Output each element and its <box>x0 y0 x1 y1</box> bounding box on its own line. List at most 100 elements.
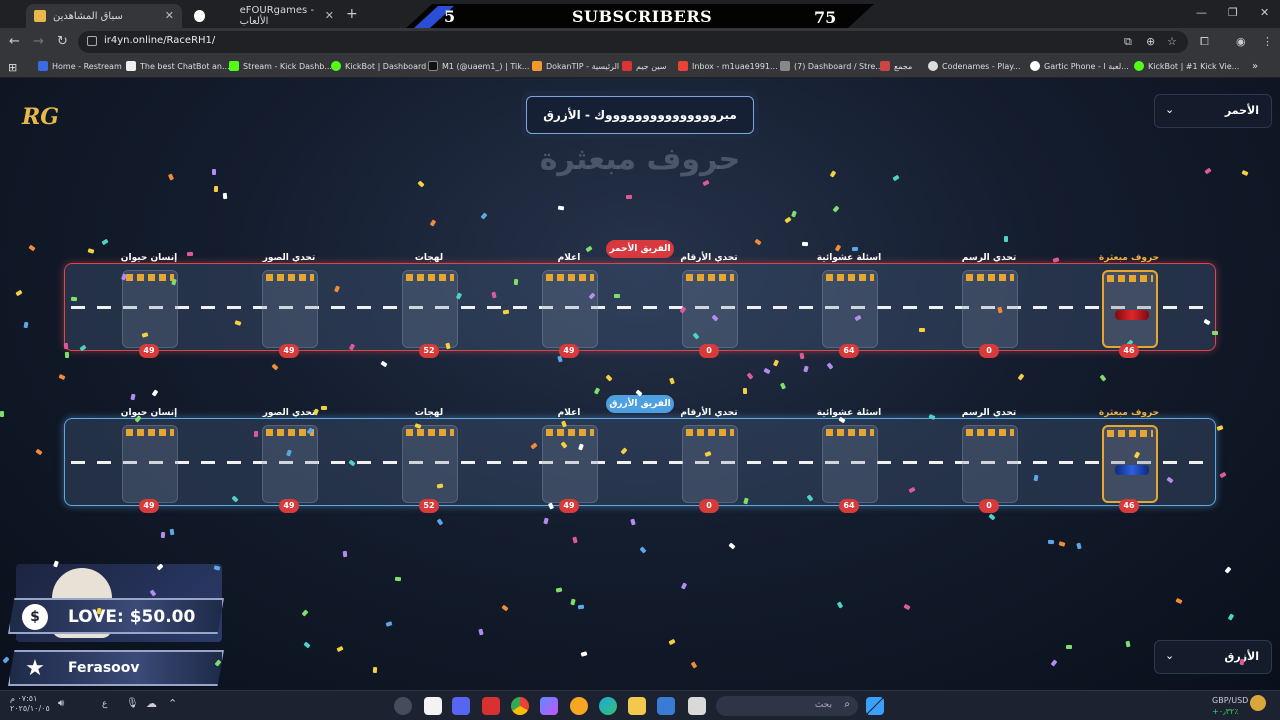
window-close-icon[interactable]: ✕ <box>1260 6 1269 19</box>
blue-race-car-icon <box>1115 465 1149 475</box>
confetti-piece <box>15 289 23 297</box>
bookmark-item[interactable]: The best ChatBot an... <box>126 61 230 71</box>
blue-team-track <box>64 418 1216 506</box>
bookmark-item[interactable]: Codenames - Play... <box>928 61 1020 71</box>
confetti-piece <box>253 430 259 438</box>
app-icon[interactable] <box>482 697 500 715</box>
search-icon: ⌕ <box>844 699 850 710</box>
confetti-piece <box>754 238 762 246</box>
station-count-badge: 49 <box>279 499 299 513</box>
confetti-piece <box>834 244 842 252</box>
station-count-badge: 49 <box>559 344 579 358</box>
apps-grid-icon[interactable]: ⊞ <box>8 61 17 74</box>
extensions-icon[interactable]: ⧠ <box>1200 35 1209 49</box>
close-icon[interactable]: ✕ <box>165 9 174 22</box>
address-bar[interactable]: ir4yn.online/RaceRH1/ <box>78 31 1188 53</box>
bookmark-item[interactable]: مجمع <box>880 61 912 71</box>
bookmark-item[interactable]: (7) Dashboard / Stre... <box>780 61 883 71</box>
team-select-bottom[interactable]: ⌄ الأزرق <box>1154 640 1272 674</box>
station-label: إنسان حيوان <box>120 253 178 263</box>
station-label: تحدي الصور <box>262 253 316 263</box>
taskbar-search[interactable]: بحث ⌕ <box>716 696 858 716</box>
confetti-piece <box>763 367 771 375</box>
chart-widget-icon[interactable] <box>1250 695 1266 711</box>
show-hidden-icons-icon[interactable]: ⌃ <box>168 697 177 710</box>
bookmark-item[interactable]: M1 (@uaem1_) | Tik... <box>428 61 529 71</box>
onedrive-icon[interactable]: ☁ <box>146 697 157 710</box>
more-bookmarks-icon[interactable]: » <box>1252 61 1258 72</box>
station-label: اعلام <box>557 253 581 263</box>
app-icon[interactable] <box>688 697 706 715</box>
close-icon[interactable]: ✕ <box>325 9 334 22</box>
minimize-icon[interactable]: — <box>1196 6 1207 19</box>
bookmark-item[interactable]: Home - Restream <box>38 61 122 71</box>
app-icon[interactable] <box>570 697 588 715</box>
new-tab-icon[interactable]: + <box>346 6 358 22</box>
checkered-stripe <box>126 429 174 436</box>
confetti-piece <box>570 598 576 606</box>
confetti-piece <box>35 448 43 456</box>
menu-icon[interactable]: ⋮ <box>1262 35 1273 48</box>
translate-icon[interactable]: ⧉ <box>1124 35 1132 49</box>
confetti-piece <box>394 576 402 582</box>
subscriber-goal: 75 <box>814 8 837 27</box>
reload-icon[interactable]: ↻ <box>57 34 68 49</box>
bookmark-item[interactable]: Stream - Kick Dashb... <box>229 61 332 71</box>
windows-start-icon[interactable] <box>866 697 884 715</box>
chrome-icon[interactable] <box>511 697 529 715</box>
bookmark-item[interactable]: KickBot | #1 Kick Vie... <box>1134 61 1239 71</box>
bookmark-item[interactable]: DokanTIP - الرئيسية <box>532 61 619 71</box>
station-slot <box>962 270 1018 348</box>
checkered-stripe <box>966 429 1014 436</box>
checkered-stripe <box>126 274 174 281</box>
chevron-down-icon: ⌄ <box>1165 103 1175 116</box>
station-label: حروف مبعثرة <box>1098 253 1160 263</box>
confetti-piece <box>803 365 809 373</box>
rg-logo: RG <box>22 104 60 130</box>
edge-icon[interactable] <box>599 697 617 715</box>
confetti-piece <box>58 373 66 381</box>
confetti-piece <box>372 666 378 674</box>
discord-icon[interactable] <box>452 697 470 715</box>
confetti-piece <box>557 205 565 211</box>
store-icon[interactable] <box>657 697 675 715</box>
bookmark-item[interactable]: Inbox - m1uae1991... <box>678 61 778 71</box>
bookmark-item[interactable]: KickBot | Dashboard <box>331 61 426 71</box>
language-indicator[interactable]: ع <box>102 699 107 709</box>
microphone-icon[interactable]: 🎙︎ <box>126 698 139 709</box>
bookmark-item[interactable]: سين جيم <box>622 61 666 71</box>
stock-widget[interactable]: GBP/USD +۰٫۳۲٪ <box>1212 695 1248 717</box>
team-select-top[interactable]: ⌄ الأحمر <box>1154 94 1272 128</box>
follower-alert: ★ Ferasoov <box>8 650 224 686</box>
profile-avatar-icon[interactable]: ◉ <box>1236 35 1246 48</box>
confetti-piece <box>1211 330 1219 336</box>
station-count-badge: 0 <box>979 344 999 358</box>
confetti-piece <box>222 192 228 200</box>
copilot-icon[interactable] <box>540 697 558 715</box>
checkered-stripe <box>546 429 594 436</box>
forward-icon[interactable]: → <box>33 34 44 49</box>
confetti-piece <box>836 601 844 609</box>
bookmark-star-icon[interactable]: ☆ <box>1167 35 1177 48</box>
confetti-piece <box>829 170 837 178</box>
site-info-icon[interactable] <box>87 36 97 46</box>
back-icon[interactable]: ← <box>9 34 20 49</box>
zoom-icon[interactable]: ⊕ <box>1146 35 1155 48</box>
confetti-piece <box>668 638 676 646</box>
file-explorer-icon[interactable] <box>628 697 646 715</box>
confetti-piece <box>1004 236 1008 242</box>
capture-app-icon[interactable] <box>424 697 442 715</box>
confetti-piece <box>680 582 688 590</box>
confetti-piece <box>429 219 437 227</box>
tab-efourgames[interactable]: eFOURgames - الألعاب ✕ <box>186 4 342 28</box>
confetti-piece <box>513 278 519 286</box>
volume-icon[interactable]: 🔊︎ <box>58 698 64 709</box>
clock[interactable]: ٠٧:٥١ م ٢٠٢٥/١٠/٠٥ <box>10 694 50 714</box>
tab-viewers-race[interactable]: سباق المشاهدين ✕ <box>26 4 182 28</box>
bookmark-item[interactable]: Gartic Phone - لعبة ا... <box>1030 61 1129 71</box>
confetti-piece <box>702 179 710 187</box>
station-label: اعلام <box>557 408 581 418</box>
confetti-piece <box>1017 373 1025 381</box>
restore-icon[interactable]: ❐ <box>1228 6 1238 19</box>
obs-icon[interactable] <box>394 697 412 715</box>
